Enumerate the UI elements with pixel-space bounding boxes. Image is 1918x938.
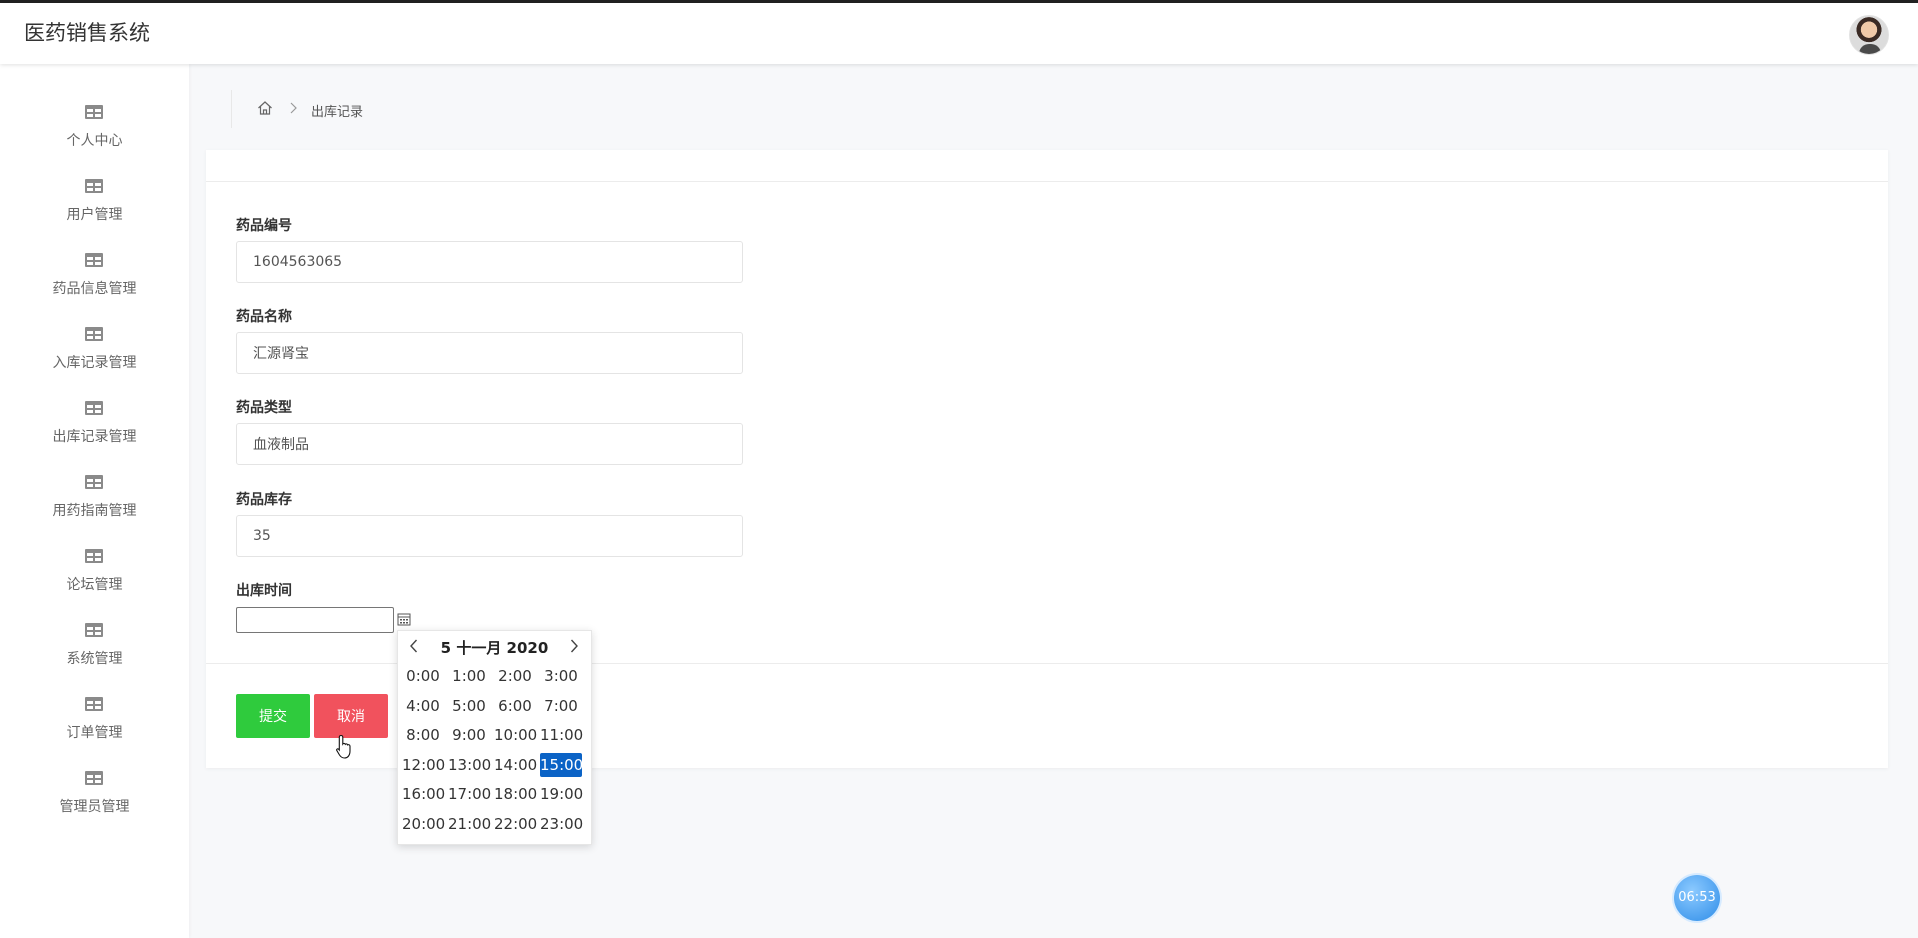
time-option-1-00[interactable]: 1:00 — [448, 664, 490, 688]
sidebar-item-label: 用药指南管理 — [52, 503, 137, 519]
app-title: 医药销售系统 — [24, 21, 150, 45]
submit-button[interactable]: 提交 — [236, 694, 310, 738]
sidebar-item-label: 用户管理 — [66, 207, 123, 223]
chevron-right-icon — [290, 102, 297, 114]
time-option-16-00[interactable]: 16:00 — [402, 782, 445, 806]
sidebar-item-profile[interactable]: 个人中心 — [0, 86, 189, 160]
time-option-15-00[interactable]: 15:00 — [540, 752, 583, 777]
time-option-18-00[interactable]: 18:00 — [494, 782, 537, 806]
time-option-0-00[interactable]: 0:00 — [402, 664, 444, 688]
sidebar-item-label: 系统管理 — [66, 651, 123, 667]
table-icon — [85, 327, 103, 341]
cancel-button[interactable]: 取消 — [314, 694, 388, 738]
sidebar-item-label: 订单管理 — [66, 725, 123, 741]
time-option-2-00[interactable]: 2:00 — [494, 664, 536, 688]
sidebar-item-forum[interactable]: 论坛管理 — [0, 530, 189, 604]
drug-type-input[interactable] — [236, 423, 743, 465]
home-icon[interactable] — [257, 100, 273, 116]
drug-stock-label: 药品库存 — [236, 492, 292, 508]
outbound-time-label: 出库时间 — [236, 583, 292, 599]
drug-code-input[interactable] — [236, 241, 743, 283]
chevron-right-icon[interactable] — [566, 637, 582, 655]
sidebar-item-label: 出库记录管理 — [52, 429, 137, 445]
table-icon — [85, 179, 103, 193]
table-icon — [85, 623, 103, 637]
sidebar-item-label: 论坛管理 — [66, 577, 123, 593]
sidebar-item-guide[interactable]: 用药指南管理 — [0, 456, 189, 530]
time-option-20-00[interactable]: 20:00 — [402, 812, 445, 836]
time-option-4-00[interactable]: 4:00 — [402, 694, 444, 718]
table-icon — [85, 253, 103, 267]
timer-badge[interactable]: 06:53 — [1674, 875, 1720, 921]
sidebar-item-users[interactable]: 用户管理 — [0, 160, 189, 234]
outbound-time-input[interactable] — [236, 607, 394, 633]
time-option-14-00[interactable]: 14:00 — [494, 753, 537, 777]
avatar[interactable] — [1849, 15, 1889, 55]
sidebar-item-label: 个人中心 — [66, 133, 123, 149]
hand-cursor-icon — [336, 734, 351, 759]
drug-type-label: 药品类型 — [236, 400, 292, 416]
drug-name-input[interactable] — [236, 332, 743, 374]
sidebar-item-label: 入库记录管理 — [52, 355, 137, 371]
time-picker-title: 5 十一月 2020 — [440, 639, 549, 657]
table-icon — [85, 549, 103, 563]
calendar-icon[interactable] — [397, 612, 411, 626]
sidebar-item-stock-out[interactable]: 出库记录管理 — [0, 382, 189, 456]
time-option-22-00[interactable]: 22:00 — [494, 812, 537, 836]
table-icon — [85, 105, 103, 119]
sidebar-item-admins[interactable]: 管理员管理 — [0, 752, 189, 826]
chevron-left-icon[interactable] — [406, 637, 422, 655]
time-picker: 5 十一月 2020 0:00 1:00 2:00 3:00 4:00 5:00 6:00 7… — [397, 630, 592, 845]
sidebar-item-drug-info[interactable]: 药品信息管理 — [0, 234, 189, 308]
sidebar-item-label: 管理员管理 — [59, 799, 130, 815]
time-option-8-00[interactable]: 8:00 — [402, 723, 444, 747]
sidebar-item-system[interactable]: 系统管理 — [0, 604, 189, 678]
drug-stock-input[interactable] — [236, 515, 743, 557]
time-option-3-00[interactable]: 3:00 — [540, 664, 582, 688]
header: 医药销售系统 — [0, 3, 1918, 64]
sidebar-item-stock-in[interactable]: 入库记录管理 — [0, 308, 189, 382]
table-icon — [85, 475, 103, 489]
time-option-13-00[interactable]: 13:00 — [448, 753, 491, 777]
time-option-9-00[interactable]: 9:00 — [448, 723, 490, 747]
card-header-divider — [206, 181, 1888, 182]
breadcrumb-current: 出库记录 — [311, 105, 364, 120]
sidebar-item-label: 药品信息管理 — [52, 281, 137, 297]
time-option-21-00[interactable]: 21:00 — [448, 812, 491, 836]
table-icon — [85, 697, 103, 711]
time-option-23-00[interactable]: 23:00 — [540, 812, 583, 836]
time-option-12-00[interactable]: 12:00 — [402, 753, 445, 777]
drug-code-label: 药品编号 — [236, 218, 292, 234]
time-option-5-00[interactable]: 5:00 — [448, 694, 490, 718]
time-option-17-00[interactable]: 17:00 — [448, 782, 491, 806]
time-option-11-00[interactable]: 11:00 — [540, 723, 583, 747]
time-option-6-00[interactable]: 6:00 — [494, 694, 536, 718]
time-option-10-00[interactable]: 10:00 — [494, 723, 537, 747]
breadcrumb-divider — [231, 90, 232, 128]
table-icon — [85, 401, 103, 415]
time-option-19-00[interactable]: 19:00 — [540, 782, 583, 806]
drug-name-label: 药品名称 — [236, 309, 292, 325]
table-icon — [85, 771, 103, 785]
sidebar-item-orders[interactable]: 订单管理 — [0, 678, 189, 752]
sidebar: 个人中心 用户管理 药品信息管理 入库记录管理 出库记录管理 用药指南管理 论坛… — [0, 64, 189, 938]
time-option-7-00[interactable]: 7:00 — [540, 694, 582, 718]
